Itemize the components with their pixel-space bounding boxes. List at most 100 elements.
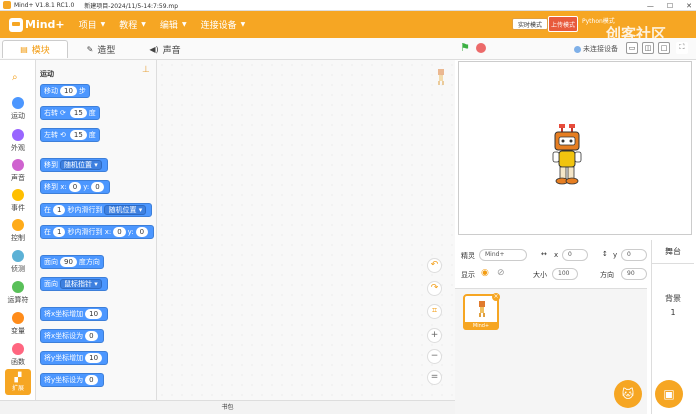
motion-block[interactable]: 在 1 秒内滑行到 x: 0 y: 0 (40, 225, 155, 239)
motion-block[interactable]: 将y坐标增加 10 (40, 351, 109, 365)
realtime-mode-button[interactable]: 实时模式 (512, 18, 548, 30)
choose-backdrop-button[interactable]: ▣ (655, 380, 683, 408)
block-text: 面向 (44, 258, 58, 266)
block-number-input[interactable]: 15 (69, 108, 87, 118)
block-number-input[interactable]: 10 (85, 309, 103, 319)
sprite-card[interactable]: × Mind+ (463, 293, 500, 330)
small-stage-icon[interactable]: ▭ (626, 42, 638, 54)
size-input[interactable]: 100 (552, 268, 578, 280)
direction-input[interactable]: 90 (621, 268, 647, 280)
block-text: 秒内滑行到 (67, 206, 103, 214)
category-label: 运算符 (7, 296, 29, 304)
cleanup-icon[interactable]: ⌗ (427, 304, 442, 319)
block-text: 左转 (44, 131, 58, 139)
zoom-in-icon[interactable]: + (427, 328, 442, 343)
tab-blocks[interactable]: ▤ 模块 (2, 40, 68, 58)
category-8[interactable]: 函数 (0, 341, 36, 371)
motion-block[interactable]: 将x坐标设为 0 (40, 329, 104, 343)
connection-status-label: 未连接设备 (583, 45, 618, 53)
choose-sprite-button[interactable]: 🐱 (614, 380, 642, 408)
sprite-label: 精灵 (461, 252, 475, 260)
zoom-reset-icon[interactable]: = (427, 370, 442, 385)
close-icon[interactable]: ✕ (686, 2, 692, 10)
script-workspace[interactable] (157, 60, 455, 400)
block-text: 移到 x: (44, 183, 67, 191)
normal-stage-icon[interactable]: ◫ (642, 42, 654, 54)
y-input[interactable]: 0 (621, 249, 647, 261)
block-number-input[interactable]: 0 (113, 227, 126, 237)
green-flag-icon[interactable]: ⚑ (460, 42, 471, 53)
menu-edit-label: 编辑 (159, 21, 178, 31)
category-7[interactable]: 变量 (0, 310, 36, 340)
block-text: 步 (78, 87, 86, 95)
motion-block[interactable]: 移到 x: 0 y: 0 (40, 180, 110, 194)
category-0[interactable]: 运动 (0, 95, 36, 125)
sprite-thumbnail-icon (436, 66, 446, 86)
motion-block[interactable]: 移动 10 步 (40, 84, 90, 98)
minimize-icon[interactable]: — (647, 2, 654, 10)
tab-sounds[interactable]: ◀) 声音 (134, 40, 196, 58)
menu-connect-device[interactable]: 连接设备 ▼ (201, 18, 246, 31)
block-number-input[interactable]: 0 (85, 375, 98, 385)
x-input[interactable]: 0 (562, 249, 588, 261)
block-number-input[interactable]: 0 (135, 227, 149, 237)
block-number-input[interactable]: 0 (85, 331, 98, 341)
mind-robot-sprite[interactable] (551, 124, 583, 186)
block-number-input[interactable]: 1 (53, 227, 66, 237)
category-4[interactable]: 控制 (0, 217, 36, 247)
fullscreen-icon[interactable]: ⛶ (676, 42, 688, 54)
block-dropdown[interactable]: 随机位置 ▾ (60, 160, 102, 170)
motion-block[interactable]: 将x坐标增加 10 (40, 307, 109, 321)
category-label: 声音 (11, 174, 25, 182)
search-icon[interactable]: ⌕ (12, 72, 18, 83)
motion-block[interactable]: 在 1 秒内滑行到 随机位置 ▾ (40, 203, 153, 217)
extension-button[interactable]: ▞ 扩展 (5, 369, 31, 395)
connection-status[interactable]: 未连接设备 (574, 44, 618, 54)
logo-text: Mind+ (25, 18, 65, 31)
stage-canvas[interactable] (458, 61, 692, 235)
category-3[interactable]: 事件 (0, 187, 36, 217)
category-5[interactable]: 侦测 (0, 248, 36, 278)
block-number-input[interactable]: 0 (91, 182, 104, 192)
blocks-icon: ▤ (20, 45, 28, 54)
motion-block[interactable]: 移到 随机位置 ▾ (40, 158, 108, 172)
tab-costumes[interactable]: ✎ 造型 (70, 40, 132, 58)
redo-icon[interactable]: ↷ (427, 281, 442, 296)
x-arrow-icon: ↔ (541, 250, 547, 258)
block-number-input[interactable]: 90 (60, 257, 77, 267)
motion-block[interactable]: 将y坐标设为 0 (40, 373, 104, 387)
category-label: 变量 (11, 327, 25, 335)
motion-block[interactable]: 右转 ⟳ 15 度 (40, 106, 100, 120)
category-2[interactable]: 声音 (0, 157, 36, 187)
motion-block[interactable]: 左转 ⟲ 15 度 (40, 128, 100, 142)
category-1[interactable]: 外观 (0, 127, 36, 157)
category-dot-icon (12, 281, 24, 293)
block-dropdown[interactable]: 鼠标指针 ▾ (60, 279, 102, 289)
block-number-input[interactable]: 10 (60, 86, 77, 96)
show-visible-icon[interactable]: ◉ (481, 268, 489, 278)
hide-icon[interactable]: ⊘ (497, 268, 505, 278)
brush-icon: ✎ (86, 44, 94, 54)
block-number-input[interactable]: 1 (53, 205, 66, 215)
delete-sprite-icon[interactable]: × (492, 293, 500, 301)
motion-block[interactable]: 面向 鼠标指针 ▾ (40, 277, 108, 291)
menu-project[interactable]: 项目 ▼ (79, 18, 106, 31)
menu-tutorial[interactable]: 教程 ▼ (119, 18, 146, 31)
menu-edit[interactable]: 编辑 ▼ (160, 18, 187, 31)
motion-block[interactable]: 面向 90 度方向 (40, 255, 104, 269)
upload-mode-button[interactable]: 上传模式 (548, 16, 578, 32)
pin-icon[interactable]: ⊥ (142, 65, 150, 75)
stop-icon[interactable] (476, 43, 486, 53)
undo-icon[interactable]: ↶ (427, 258, 442, 273)
large-stage-icon[interactable]: □ (658, 42, 670, 54)
category-6[interactable]: 运算符 (0, 279, 36, 309)
zoom-out-icon[interactable]: − (427, 349, 442, 364)
sprite-name-input[interactable]: Mind+ (479, 249, 527, 261)
backpack-bar[interactable]: 书包 (0, 400, 455, 414)
category-label: 侦测 (11, 265, 25, 273)
block-number-input[interactable]: 10 (85, 353, 103, 363)
block-number-input[interactable]: 15 (69, 130, 87, 140)
maximize-icon[interactable]: ☐ (667, 2, 673, 10)
block-dropdown[interactable]: 随机位置 ▾ (104, 205, 147, 215)
block-number-input[interactable]: 0 (68, 182, 82, 192)
